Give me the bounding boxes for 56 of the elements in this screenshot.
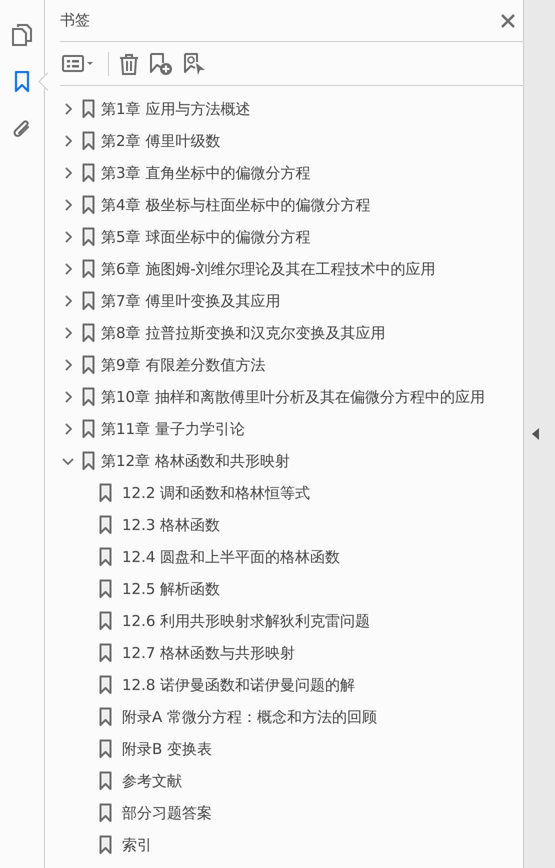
bookmark-label[interactable]: 第11章 量子力学引论	[101, 420, 245, 438]
bookmark-icon	[99, 483, 112, 503]
bookmark-icon	[14, 71, 30, 93]
bookmark-icon	[99, 611, 112, 631]
bookmark-label[interactable]: 12.5 解析函数	[122, 580, 220, 598]
pages-icon	[11, 22, 33, 46]
bookmark-label[interactable]: 第4章 极坐标与柱面坐标中的偏微分方程	[101, 196, 370, 214]
bookmark-label[interactable]: 12.3 格林函数	[122, 516, 220, 534]
bookmark-label[interactable]: 第8章 拉普拉斯变换和汉克尔变换及其应用	[101, 324, 386, 342]
trash-icon[interactable]	[119, 52, 139, 74]
bookmark-label[interactable]: 12.2 调和函数和格林恒等式	[122, 484, 310, 502]
bookmark-label[interactable]: 第3章 直角坐标中的偏微分方程	[101, 164, 310, 182]
bookmark-icon	[99, 547, 112, 567]
bookmark-icon	[99, 739, 112, 759]
bookmark-icon	[99, 643, 112, 663]
bookmark-icon	[82, 419, 95, 439]
bookmark-cursor-icon[interactable]	[183, 52, 207, 76]
bookmark-label[interactable]: 12.4 圆盘和上半平面的格林函数	[122, 548, 340, 566]
bookmark-label[interactable]: 附录B 变换表	[122, 740, 212, 758]
close-icon[interactable]	[500, 12, 516, 28]
bookmark-label[interactable]: 附录A 常微分方程：概念和方法的回顾	[122, 708, 378, 726]
bookmark-icon	[82, 227, 95, 247]
bookmark-label[interactable]: 第6章 施图姆-刘维尔理论及其在工程技术中的应用	[101, 260, 436, 278]
bookmark-icon	[82, 163, 95, 183]
bookmark-icon	[99, 579, 112, 599]
bookmark-label[interactable]: 参考文献	[122, 772, 182, 790]
bookmark-icon	[82, 387, 95, 407]
bookmark-label[interactable]: 第9章 有限差分数值方法	[101, 356, 266, 374]
bookmark-label[interactable]: 第7章 傅里叶变换及其应用	[101, 292, 280, 310]
panel-title: 书签	[60, 11, 90, 30]
bookmark-label[interactable]: 第10章 抽样和离散傅里叶分析及其在偏微分方程中的应用	[101, 388, 485, 406]
bookmark-icon	[99, 803, 112, 823]
bookmark-label[interactable]: 12.7 格林函数与共形映射	[122, 644, 296, 662]
bookmark-label[interactable]: 第5章 球面坐标中的偏微分方程	[101, 228, 310, 246]
bookmark-icon	[82, 131, 95, 151]
bookmark-label[interactable]: 索引	[122, 836, 152, 854]
add-bookmark-icon[interactable]	[149, 52, 173, 76]
bookmark-icon	[99, 835, 112, 855]
bookmark-label[interactable]: 第1章 应用与方法概述	[101, 100, 250, 118]
bookmark-label[interactable]: 12.8 诺伊曼函数和诺伊曼问题的解	[122, 676, 356, 694]
bookmark-icon	[82, 323, 95, 343]
bookmark-icon	[82, 195, 95, 215]
bookmark-label[interactable]: 第2章 傅里叶级数	[101, 132, 220, 150]
bookmark-icon	[82, 291, 95, 311]
bookmark-icon	[99, 771, 112, 791]
bookmark-icon	[99, 707, 112, 727]
bookmark-icon	[99, 675, 112, 695]
bookmark-icon	[99, 515, 112, 535]
bookmark-label[interactable]: 第12章 格林函数和共形映射	[101, 452, 290, 470]
bookmark-icon	[82, 259, 95, 279]
bookmark-icon	[82, 355, 95, 375]
bookmark-label[interactable]: 12.6 利用共形映射求解狄利克雷问题	[122, 612, 370, 630]
bookmark-label[interactable]: 部分习题答案	[122, 804, 212, 822]
collapse-arrow-icon[interactable]	[532, 428, 539, 440]
bookmark-icon	[82, 99, 95, 119]
bookmark-icon	[82, 451, 95, 471]
